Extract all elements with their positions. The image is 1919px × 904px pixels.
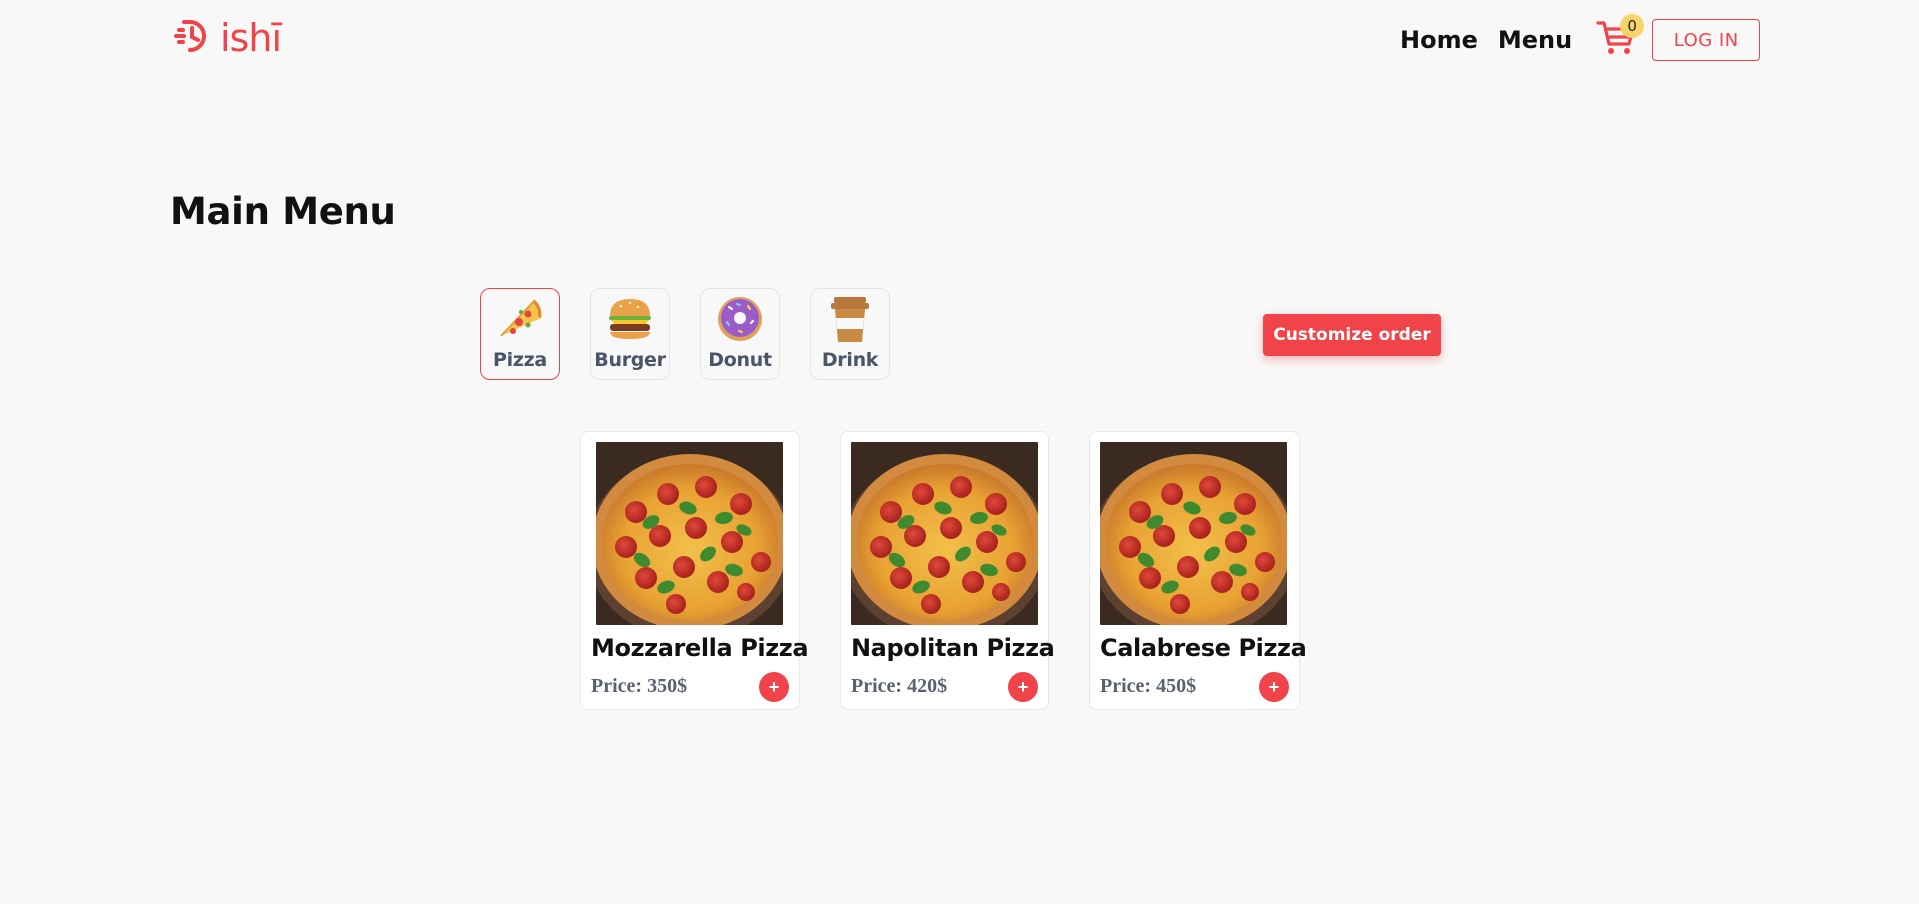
product-name: Napolitan Pizza [851, 634, 1055, 662]
add-to-cart-button[interactable]: + [759, 672, 789, 702]
pizza-image [1100, 442, 1287, 625]
page-title: Main Menu [170, 190, 396, 233]
customize-order-button[interactable]: Customize order [1263, 314, 1441, 356]
burger-icon [605, 294, 655, 344]
nav-home-link[interactable]: Home [1400, 26, 1478, 54]
nav-menu-link[interactable]: Menu [1498, 26, 1572, 54]
category-donut[interactable]: Donut [700, 288, 780, 380]
add-to-cart-button[interactable]: + [1008, 672, 1038, 702]
product-price: Price: 420$ [851, 675, 948, 697]
product-card-calabrese[interactable]: Calabrese Pizza Price: 450$ + [1089, 431, 1307, 710]
product-name: Calabrese Pizza [1100, 634, 1307, 662]
login-button[interactable]: LOG IN [1652, 19, 1761, 61]
product-card-napolitan[interactable]: Napolitan Pizza Price: 420$ + [840, 431, 1055, 710]
add-to-cart-button[interactable]: + [1259, 672, 1289, 702]
main-nav: Home Menu 0 LOG IN [1400, 14, 1761, 62]
product-price: Price: 350$ [591, 675, 688, 697]
cart-button[interactable]: 0 [1594, 14, 1645, 62]
category-label: Drink [821, 349, 879, 371]
category-label: Burger [594, 349, 666, 371]
cart-count-badge: 0 [1620, 14, 1645, 38]
donut-icon [715, 294, 765, 344]
category-burger[interactable]: Burger [590, 288, 670, 380]
pizza-slice-icon [495, 294, 545, 344]
site-header: ishī Home Menu 0 LOG IN [0, 0, 1919, 80]
product-card-mozzarella[interactable]: Mozzarella Pizza Price: 350$ + [580, 431, 809, 710]
category-label: Donut [708, 349, 772, 371]
pizza-image [851, 442, 1038, 625]
category-tabs: Pizza Burger Donut Drink [480, 288, 890, 380]
coffee-cup-icon [825, 294, 875, 344]
product-price: Price: 450$ [1100, 675, 1197, 697]
category-drink[interactable]: Drink [810, 288, 890, 380]
pizza-image [596, 442, 783, 625]
category-pizza[interactable]: Pizza [480, 288, 560, 380]
brand-name: ishī [220, 16, 282, 60]
clock-d-logo-icon [172, 16, 218, 60]
category-label: Pizza [493, 349, 547, 371]
product-name: Mozzarella Pizza [591, 634, 809, 662]
brand-logo[interactable]: ishī [172, 16, 282, 60]
